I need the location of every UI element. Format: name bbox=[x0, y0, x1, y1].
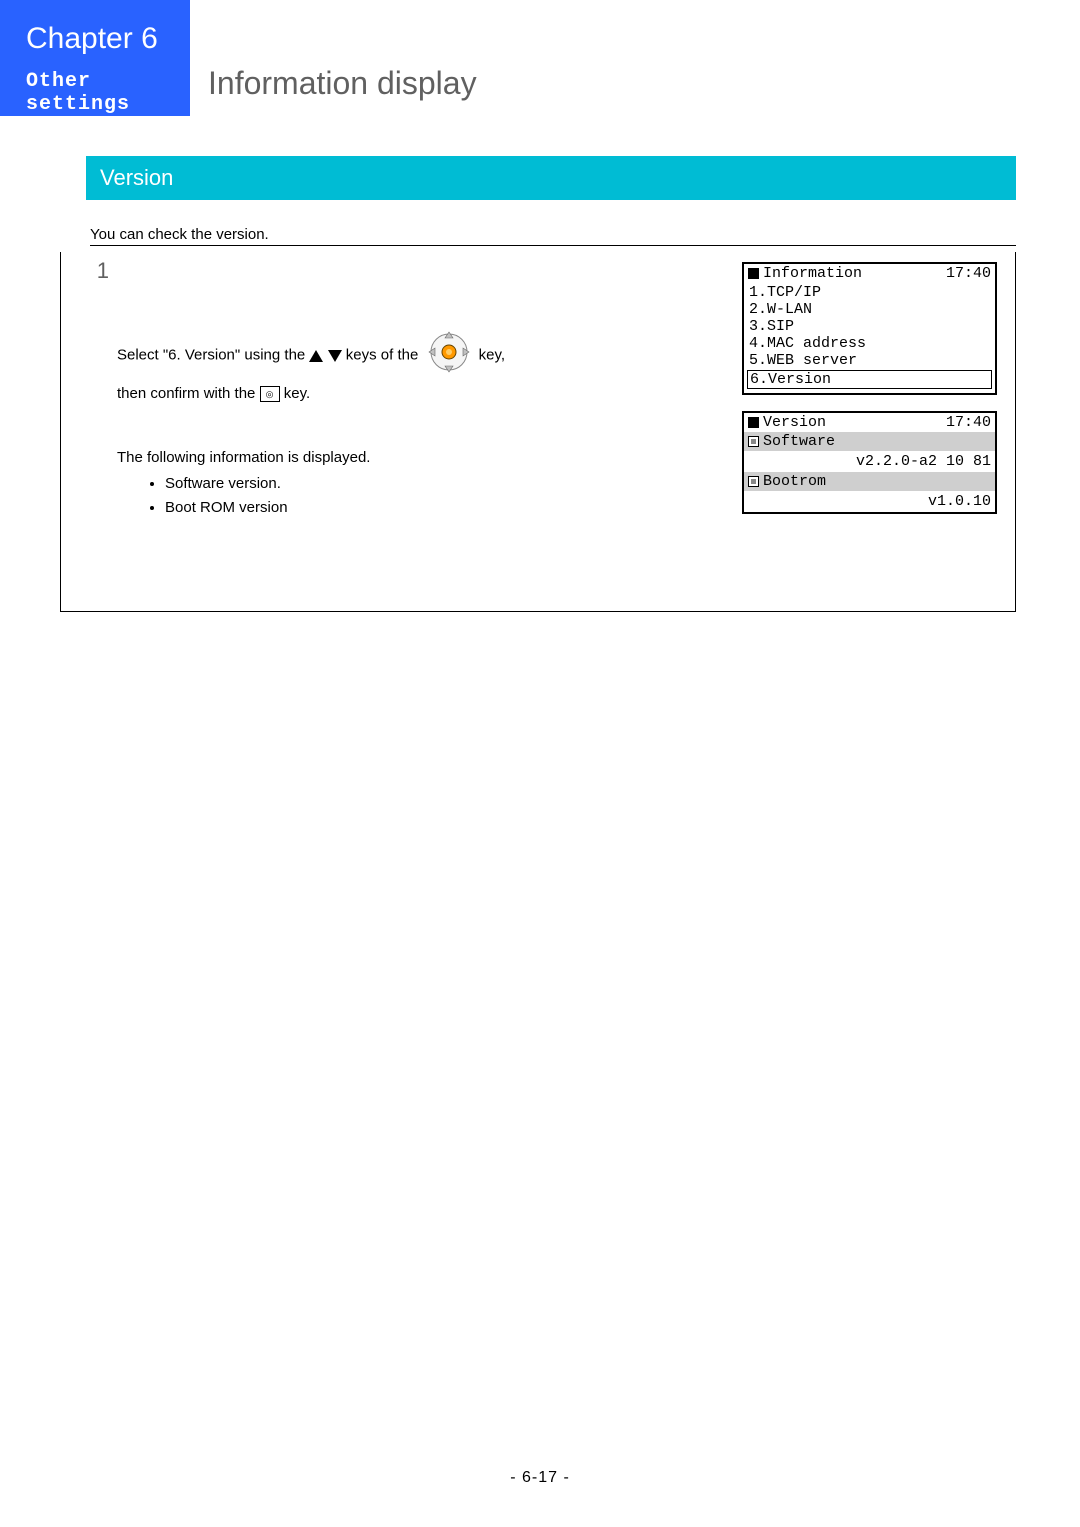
screen-menu: 1.TCP/IP 2.W-LAN 3.SIP 4.MAC address 5.W… bbox=[744, 283, 995, 393]
page-header: Chapter 6 Other settings Information dis… bbox=[0, 0, 1080, 116]
ok-key-icon: ◎ bbox=[260, 386, 280, 402]
menu-item-selected: 6.Version bbox=[747, 370, 992, 389]
screen-version: Version 17:40 Software v2.2.0-a2 10 81 B… bbox=[742, 411, 997, 514]
menu-item: 3.SIP bbox=[749, 318, 990, 335]
row-bootrom: Bootrom bbox=[744, 472, 995, 491]
menu-item: 1.TCP/IP bbox=[749, 284, 990, 301]
bullet-item: Software version. bbox=[165, 473, 734, 495]
title-block: Information display bbox=[190, 0, 1080, 116]
menu-item: 5.WEB server bbox=[749, 352, 990, 369]
display-bullets: Software version. Boot ROM version bbox=[147, 473, 734, 519]
box-icon bbox=[748, 476, 759, 487]
section-heading: Version bbox=[86, 156, 1016, 200]
screen-title-text: Information bbox=[763, 265, 862, 282]
menu-item: 2.W-LAN bbox=[749, 301, 990, 318]
menu-item: 4.MAC address bbox=[749, 335, 990, 352]
clock-label: 17:40 bbox=[946, 414, 991, 431]
row-software: Software bbox=[744, 432, 995, 451]
box-icon bbox=[748, 436, 759, 447]
page-number: - 6-17 - bbox=[0, 1469, 1080, 1487]
step-number: 1 bbox=[61, 252, 117, 611]
step-line1: Select "6. Version" using the keys of th… bbox=[117, 328, 734, 383]
value-software: v2.2.0-a2 10 81 bbox=[744, 451, 995, 472]
section-intro: You can check the version. bbox=[90, 226, 1016, 246]
navpad-icon bbox=[425, 328, 473, 383]
page-title: Information display bbox=[190, 65, 477, 116]
screen-title-text: Version bbox=[763, 414, 826, 431]
screen-titlebar: Version 17:40 bbox=[744, 413, 995, 432]
square-icon bbox=[748, 417, 759, 428]
step-line2: then confirm with the ◎ key. bbox=[117, 383, 734, 405]
manual-page: Chapter 6 Other settings Information dis… bbox=[0, 0, 1080, 1527]
chapter-block: Chapter 6 Other settings bbox=[0, 0, 190, 116]
step-block: 1 Select "6. Version" using the keys of … bbox=[60, 252, 1016, 612]
value-bootrom: v1.0.10 bbox=[744, 491, 995, 512]
chapter-label: Chapter 6 bbox=[26, 22, 190, 56]
display-intro: The following information is displayed. bbox=[117, 447, 734, 469]
chapter-subtitle: Other settings bbox=[26, 70, 190, 116]
screen-information: Information 17:40 1.TCP/IP 2.W-LAN 3.SIP… bbox=[742, 262, 997, 395]
screen-rows: Software v2.2.0-a2 10 81 Bootrom v1.0.10 bbox=[744, 432, 995, 512]
square-icon bbox=[748, 268, 759, 279]
down-icon bbox=[328, 350, 342, 362]
up-icon bbox=[309, 350, 323, 362]
screen-titlebar: Information 17:40 bbox=[744, 264, 995, 283]
clock-label: 17:40 bbox=[946, 265, 991, 282]
device-screens: Information 17:40 1.TCP/IP 2.W-LAN 3.SIP… bbox=[742, 252, 1015, 611]
step-body: Select "6. Version" using the keys of th… bbox=[117, 252, 742, 611]
bullet-item: Boot ROM version bbox=[165, 497, 734, 519]
